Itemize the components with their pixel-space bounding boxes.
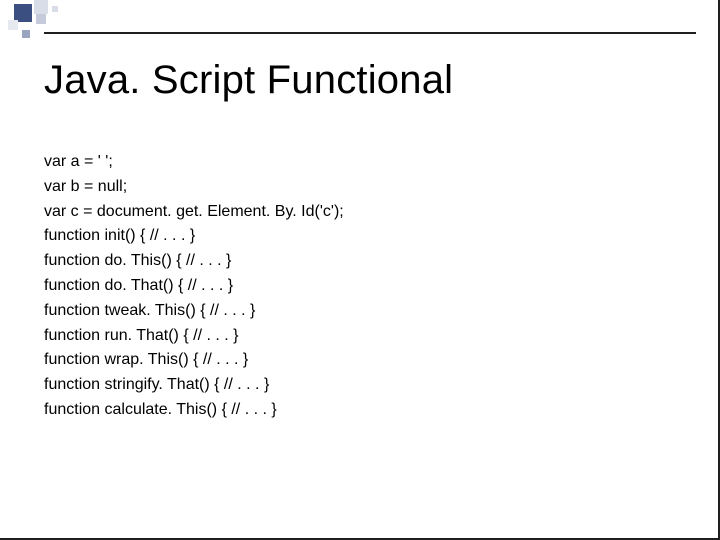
code-line: function wrap. This() { // . . . } xyxy=(44,348,344,373)
code-line: function calculate. This() { // . . . } xyxy=(44,398,344,423)
deco-square xyxy=(52,6,58,12)
code-line: var b = null; xyxy=(44,175,344,200)
slide-title: Java. Script Functional xyxy=(44,58,453,103)
deco-square xyxy=(8,20,18,30)
code-line: function run. That() { // . . . } xyxy=(44,324,344,349)
deco-square xyxy=(36,14,46,24)
code-snippet: var a = ' '; var b = null; var c = docum… xyxy=(44,150,344,423)
deco-square xyxy=(22,30,30,38)
code-line: function do. That() { // . . . } xyxy=(44,274,344,299)
code-line: function init() { // . . . } xyxy=(44,224,344,249)
code-line: function do. This() { // . . . } xyxy=(44,249,344,274)
code-line: var c = document. get. Element. By. Id('… xyxy=(44,200,344,225)
title-divider xyxy=(44,32,696,34)
code-line: function tweak. This() { // . . . } xyxy=(44,299,344,324)
code-line: function stringify. That() { // . . . } xyxy=(44,373,344,398)
corner-decoration xyxy=(0,0,110,48)
code-line: var a = ' '; xyxy=(44,150,344,175)
deco-square xyxy=(34,0,48,14)
